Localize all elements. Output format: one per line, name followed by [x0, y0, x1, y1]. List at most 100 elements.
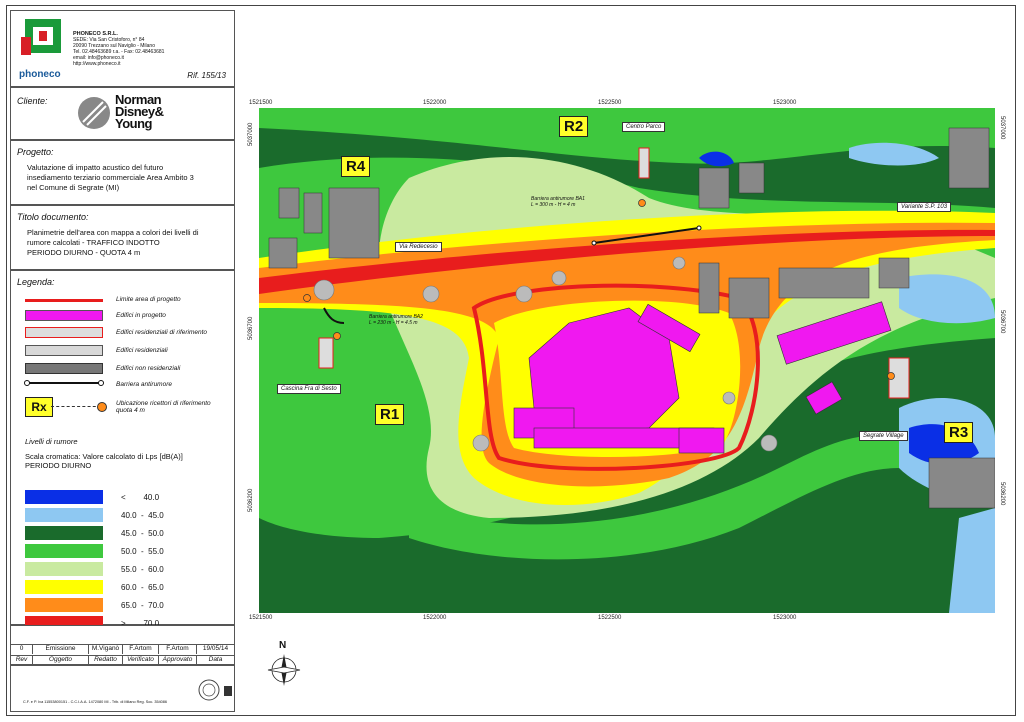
legend-rx-line-2: quota 4 m [116, 407, 145, 414]
noise-period: PERIODO DIURNO [25, 461, 92, 470]
legend-item-residential: Edifici residenziali [116, 347, 168, 354]
certification-seal-icon [198, 679, 220, 701]
coordinate-tick-label: 5036700 [248, 316, 254, 340]
noise-scale-label: 65.0 - 70.0 [121, 601, 164, 610]
reference-number: Rif. 155/13 [187, 71, 226, 80]
coordinate-tick-label: 1522000 [423, 615, 447, 621]
north-label: N [279, 640, 287, 651]
legend-label: Legenda: [17, 277, 55, 287]
north-arrow: N [266, 640, 302, 690]
legend-swatch-noise-barrier [24, 380, 104, 386]
revision-header-cell: Verificato [123, 655, 159, 665]
map-label-via-redecesio: Via Redecesio [395, 242, 442, 252]
map-label-cascina: Cascina Fra di Sesto [277, 384, 341, 394]
noise-map: R2 R4 R1 R3 Centro Parco Variante S.P. 1… [259, 108, 995, 613]
noise-scale-swatch [25, 562, 103, 576]
coordinate-tick-label: 1523000 [773, 615, 797, 621]
document-title-box: Titolo documento: Planimetrie dell'area … [10, 205, 235, 270]
logo-wordmark: phoneco [19, 69, 61, 80]
noise-map-canvas [259, 108, 995, 613]
noise-scale-label: 60.0 - 65.0 [121, 583, 164, 592]
legend-swatch-non-residential [25, 363, 103, 374]
coordinate-tick-label: 1521500 [249, 100, 273, 106]
noise-scale-label: < 40.0 [121, 493, 160, 502]
receiver-label-r4: R4 [341, 156, 371, 177]
document-title-line-3: PERIODO DIURNO - QUOTA 4 m [27, 248, 141, 257]
project-label: Progetto: [17, 147, 54, 157]
noise-scale-subtitle: Scala cromatica: Valore calcolato di Lps… [25, 452, 183, 461]
coordinate-tick-label: 1522500 [598, 100, 622, 106]
noise-scale-label: 45.0 - 50.0 [121, 529, 164, 538]
noise-scale-swatch [25, 580, 103, 594]
receiver-label-r1: R1 [375, 404, 405, 425]
footer-company-info: C.F. e P. Iva 11553800151 - C.C.I.A.A. 1… [23, 700, 168, 704]
receiver-marker-icon [97, 402, 107, 412]
coordinate-tick-label: 1523000 [773, 100, 797, 106]
coordinate-tick-label: 5036200 [248, 488, 254, 512]
ndy-logo-mark [78, 97, 110, 129]
legend-rx-box: Rx [25, 397, 53, 417]
noise-scale-label: 50.0 - 55.0 [121, 547, 164, 556]
revision-value-cell: F.Artom [123, 644, 159, 654]
revision-table: 0 Emissione M.Viganò F.Artom F.Artom 19/05/14… [10, 625, 235, 665]
project-line-1: Valutazione di impatto acustico del futu… [27, 163, 164, 172]
project-line-3: nel Comune di Segrate (MI) [27, 183, 120, 192]
revision-value-cell: Emissione [33, 644, 89, 654]
legend-rx-line-1: Ubicazione ricettori di riferimento [116, 400, 211, 407]
noise-scale-swatch [25, 490, 103, 504]
project-line-2: insediamento terziario commerciale Area … [27, 173, 194, 182]
legend-swatch-project-limit [25, 299, 103, 302]
map-label-centro-parco: Centro Parco [622, 122, 666, 132]
client-box: Cliente: Norman Disney& Young [10, 87, 235, 140]
revision-header-cell: Redatto [89, 655, 123, 665]
document-title-line-1: Planimetrie dell'area con mappa a colori… [27, 228, 199, 237]
footer-box: C.F. e P. Iva 11553800151 - C.C.I.A.A. 1… [10, 665, 235, 712]
coordinate-tick-label: 1522000 [423, 100, 447, 106]
compass-rose-icon [267, 654, 301, 686]
coordinate-tick-label: 5037000 [248, 122, 254, 146]
client-logo-line3: Young [115, 116, 152, 131]
barrier-ba2-dims: L = 230 m - H = 4.5 m [369, 320, 418, 326]
coordinate-tick-label: 1521500 [249, 615, 273, 621]
revision-header-cell: Data [197, 655, 234, 665]
barrier-ba2-label: Barriera antirumore BA2 L = 230 m - H = … [369, 314, 423, 326]
revision-header-cell: Rev [11, 655, 33, 665]
legend-item-project-limit: Limite area di progetto [116, 296, 181, 303]
legend-item-project-buildings: Edifici in progetto [116, 312, 166, 319]
legend-box: Legenda: Limite area di progetto Edifici… [10, 270, 235, 630]
barrier-ba1-dims: L = 300 m - H = 4 m [531, 202, 576, 208]
barrier-ba1-label: Barriera antirumore BA1 L = 300 m - H = … [531, 196, 585, 208]
quality-mark-icon [224, 686, 232, 696]
company-website: http://www.phoneco.it [73, 61, 121, 67]
map-label-segrate-village: Segrate Village [859, 431, 908, 441]
receiver-label-r3: R3 [944, 422, 974, 443]
phoneco-logo [21, 19, 61, 55]
coordinate-tick-label: 5036200 [999, 482, 1005, 506]
legend-item-noise-barrier: Barriera antirumore [116, 381, 172, 388]
legend-swatch-residential [25, 345, 103, 356]
map-label-variante-sp103: Variante S.P. 103 [897, 202, 952, 212]
revision-value-cell: F.Artom [159, 644, 197, 654]
noise-scale-swatch [25, 544, 103, 558]
legend-swatch-project-buildings [25, 310, 103, 321]
coordinate-tick-label: 1522500 [598, 615, 622, 621]
noise-scale-swatch [25, 598, 103, 612]
revision-header-cell: Approvato [159, 655, 197, 665]
revision-header-cell: Oggetto [33, 655, 89, 665]
noise-scale-swatch [25, 508, 103, 522]
legend-item-non-residential: Edifici non residenziali [116, 365, 181, 372]
document-title-label: Titolo documento: [17, 212, 89, 222]
noise-levels-title: Livelli di rumore [25, 437, 78, 446]
coordinate-tick-label: 5036700 [999, 310, 1005, 334]
legend-item-reference-residential: Edifici residenziali di riferimento [116, 329, 208, 336]
noise-scale-label: 40.0 - 45.0 [121, 511, 164, 520]
noise-scale-swatch [25, 526, 103, 540]
coordinate-tick-label: 5037000 [999, 116, 1005, 140]
noise-scale-label: 55.0 - 60.0 [121, 565, 164, 574]
revision-value-cell: 19/05/14 [197, 644, 234, 654]
company-header: phoneco PHONECO S.R.L. SEDE: Via San Cri… [10, 10, 235, 87]
revision-value-cell: M.Viganò [89, 644, 123, 654]
document-title-line-2: rumore calcolati - TRAFFICO INDOTTO [27, 238, 160, 247]
project-box: Progetto: Valutazione di impatto acustic… [10, 140, 235, 205]
revision-value-cell: 0 [11, 644, 33, 654]
